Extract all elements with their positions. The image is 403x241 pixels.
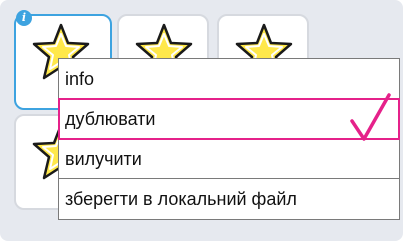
menu-item-label: дублювати: [65, 109, 156, 129]
sprite-pane: St i St info дублювати ви: [0, 0, 403, 241]
menu-item-duplicate[interactable]: дублювати: [58, 93, 400, 141]
menu-item-info[interactable]: info: [59, 59, 399, 99]
info-icon[interactable]: i: [16, 10, 32, 26]
checkmark-icon: [350, 93, 391, 141]
menu-item-export[interactable]: зберегти в локальний файл: [59, 179, 399, 219]
menu-item-delete[interactable]: вилучити: [59, 139, 399, 179]
context-menu: info дублювати вилучити зберегти в локал…: [58, 58, 400, 220]
